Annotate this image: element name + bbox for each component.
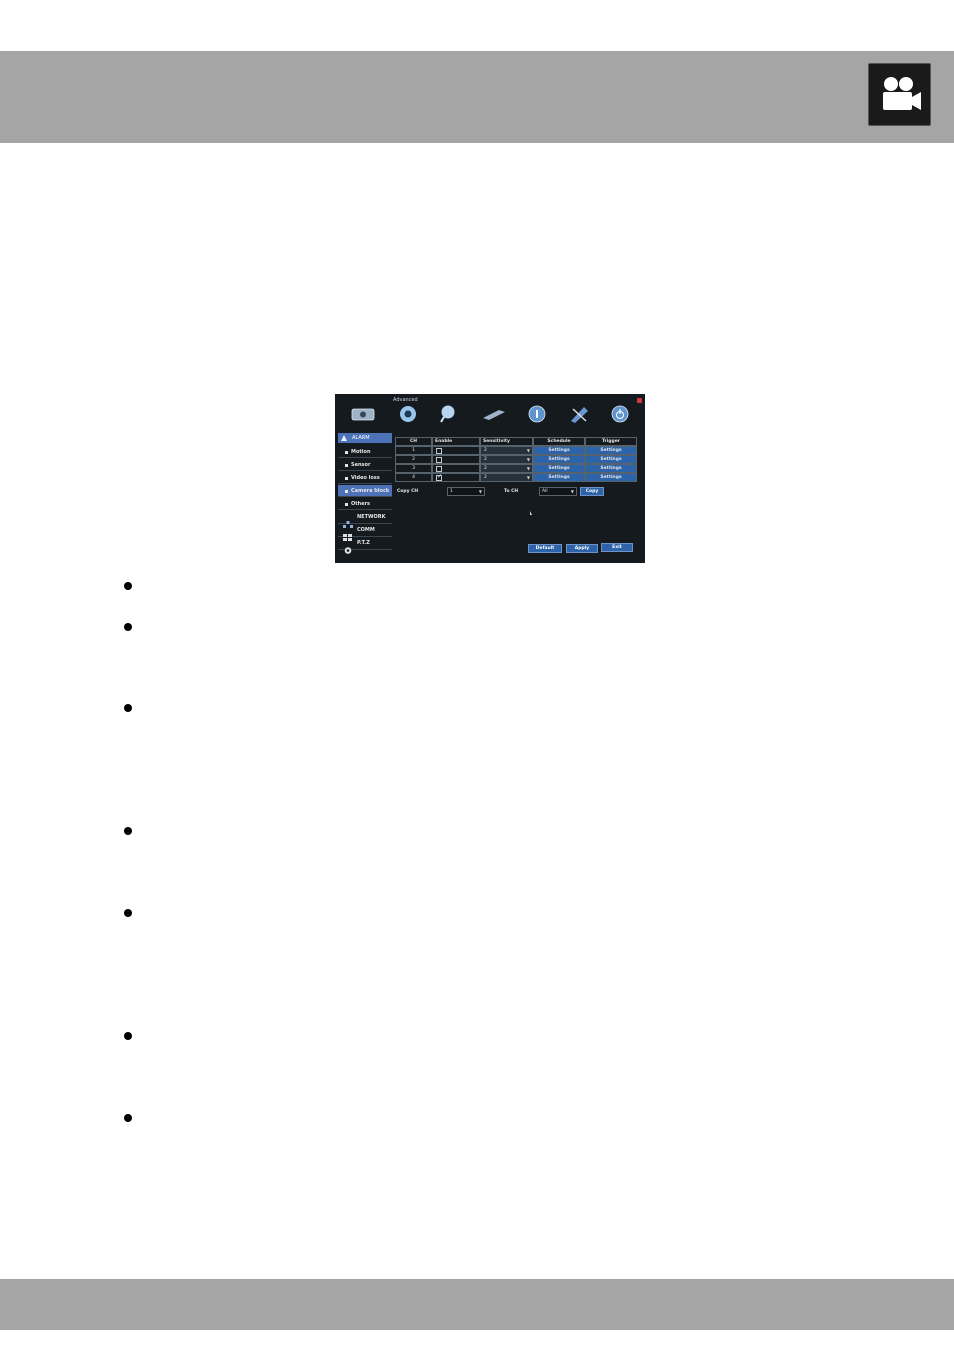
- comm-icon: [343, 526, 353, 541]
- sidebar-item-motion[interactable]: Motion: [338, 446, 392, 458]
- sidebar-item-label: Sensor: [351, 462, 371, 468]
- tab-bar: [337, 403, 643, 425]
- enable-cell: [432, 455, 480, 464]
- sidebar-item-label: Video loss: [351, 475, 380, 481]
- sidebar-item-video-loss[interactable]: Video loss: [338, 472, 392, 484]
- chevron-down-icon: ▼: [526, 475, 530, 480]
- network-icon: [343, 513, 353, 528]
- schedule-settings-button[interactable]: Settings: [533, 464, 585, 473]
- sidebar-item-label: Others: [351, 501, 371, 507]
- enable-cell: [432, 464, 480, 473]
- bullet-icon: [124, 623, 132, 631]
- channel-cell: 4: [395, 473, 432, 482]
- record-icon[interactable]: [350, 403, 376, 425]
- copy-ch-label: Copy CH: [397, 489, 419, 494]
- schedule-settings-button[interactable]: Settings: [533, 473, 585, 482]
- copy-to-value: All: [542, 489, 548, 494]
- gear-icon[interactable]: [395, 403, 421, 425]
- exit-button[interactable]: Exit: [601, 543, 633, 552]
- bullet-icon: [124, 1032, 132, 1040]
- trigger-settings-button[interactable]: Settings: [585, 464, 637, 473]
- sensitivity-value: 2: [484, 466, 487, 471]
- chevron-down-icon: ▼: [526, 448, 530, 453]
- alarm-icon: [341, 435, 347, 441]
- channel-cell: 2: [395, 455, 432, 464]
- sensitivity-select[interactable]: 2 ▼: [480, 455, 533, 464]
- bullet-icon: [124, 909, 132, 917]
- column-header: CH: [395, 437, 432, 446]
- copy-from-select[interactable]: 1 ▼: [447, 487, 485, 496]
- info-icon[interactable]: [524, 403, 550, 425]
- bullet-icon: [124, 827, 132, 835]
- enable-checkbox[interactable]: [436, 448, 442, 454]
- sensitivity-select[interactable]: 2 ▼: [480, 473, 533, 482]
- chevron-down-icon: ▼: [526, 457, 530, 462]
- footer-band: [0, 1279, 954, 1330]
- bullet-icon: [345, 503, 348, 506]
- power-icon[interactable]: [607, 403, 633, 425]
- ptz-icon: [343, 539, 353, 554]
- sidebar-item-label: Motion: [351, 449, 371, 455]
- chevron-down-icon: ▼: [526, 466, 530, 471]
- default-button[interactable]: Default: [528, 544, 562, 553]
- trigger-settings-button[interactable]: Settings: [585, 455, 637, 464]
- mouse-cursor-icon: [530, 511, 532, 515]
- bullet-icon: [345, 464, 348, 467]
- sidebar-section-label: NETWORK: [357, 514, 386, 520]
- enable-cell: [432, 446, 480, 455]
- column-header: Trigger: [585, 437, 637, 446]
- sidebar-section-ptz[interactable]: P.T.Z: [338, 537, 392, 554]
- bullet-icon: [124, 582, 132, 590]
- copy-button[interactable]: Copy: [580, 487, 604, 496]
- to-ch-label: To CH: [504, 489, 519, 494]
- column-header: Enable: [432, 437, 480, 446]
- schedule-settings-button[interactable]: Settings: [533, 455, 585, 464]
- bullet-icon: [345, 451, 348, 454]
- search-icon[interactable]: [436, 403, 462, 425]
- chevron-down-icon: ▼: [478, 489, 482, 494]
- bullet-icon: [124, 704, 132, 712]
- sidebar-item-sensor[interactable]: Sensor: [338, 459, 392, 471]
- channel-cell: 3: [395, 464, 432, 473]
- dvr-advanced-screenshot: Advanced ALARM Motion Sensor Video loss …: [335, 394, 645, 563]
- header-band: [0, 51, 954, 143]
- sidebar-section-label: P.T.Z: [357, 540, 370, 546]
- tools-icon[interactable]: [566, 403, 592, 425]
- trigger-settings-button[interactable]: Settings: [585, 473, 637, 482]
- column-header: Schedule: [533, 437, 585, 446]
- sidebar: ALARM Motion Sensor Video loss Camera bl…: [338, 433, 392, 561]
- chevron-down-icon: ▼: [570, 489, 574, 494]
- sidebar-item-camera-block[interactable]: Camera block: [338, 485, 392, 497]
- copy-from-value: 1: [450, 489, 453, 494]
- bullet-icon: [345, 477, 348, 480]
- copy-to-select[interactable]: All ▼: [539, 487, 577, 496]
- channel-cell: 1: [395, 446, 432, 455]
- apply-button[interactable]: Apply: [566, 544, 598, 553]
- bullet-icon: [345, 490, 348, 493]
- sidebar-section-network[interactable]: NETWORK: [338, 511, 392, 528]
- sidebar-item-others[interactable]: Others: [338, 498, 392, 510]
- sidebar-item-label: Camera block: [351, 488, 390, 494]
- sensitivity-select[interactable]: 2 ▼: [480, 446, 533, 455]
- video-camera-icon: [868, 63, 931, 126]
- trigger-settings-button[interactable]: Settings: [585, 446, 637, 455]
- schedule-settings-button[interactable]: Settings: [533, 446, 585, 455]
- sensitivity-value: 2: [484, 475, 487, 480]
- enable-checkbox[interactable]: [436, 466, 442, 472]
- sensitivity-value: 2: [484, 457, 487, 462]
- sidebar-section-comm[interactable]: COMM: [338, 524, 392, 541]
- sidebar-section-label: ALARM: [352, 435, 370, 441]
- sidebar-section-alarm[interactable]: ALARM: [338, 433, 392, 443]
- hdd-icon[interactable]: [480, 403, 506, 425]
- enable-checkbox[interactable]: [436, 473, 442, 481]
- enable-cell: [432, 473, 480, 482]
- sensitivity-select[interactable]: 2 ▼: [480, 464, 533, 473]
- bullet-icon: [124, 1114, 132, 1122]
- sidebar-section-label: COMM: [357, 527, 375, 533]
- enable-checkbox[interactable]: [436, 457, 442, 463]
- column-header: Sensitivity: [480, 437, 533, 446]
- sensitivity-value: 2: [484, 448, 487, 453]
